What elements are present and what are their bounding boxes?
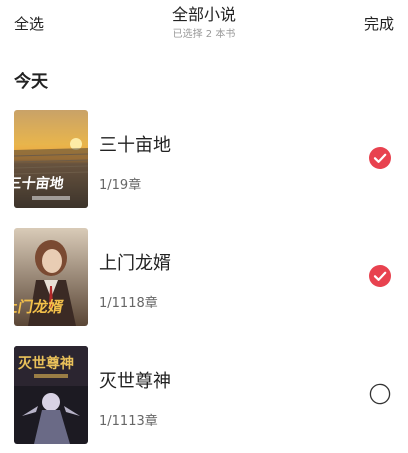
book-cover: 三十亩地 [14,110,88,208]
book-title: 灭世尊神 [99,371,171,392]
book-cover: 上门龙婿 [14,228,88,326]
svg-text:三十亩地: 三十亩地 [14,175,65,192]
book-title: 三十亩地 [99,135,171,156]
checked-circle-icon[interactable] [369,147,391,169]
book-cover: 灭世尊神 [14,346,88,444]
svg-text:灭世尊神: 灭世尊神 [17,355,74,372]
book-progress: 1/1118章 [99,296,158,311]
book-list: 三十亩地 三十亩地 1/19章 上门龙婿 上门龙婿 1/1118章 灭世尊神 灭… [0,108,408,453]
selection-count: 已选择 2 本书 [172,29,236,40]
top-bar: 全选 全部小说 已选择 2 本书 完成 [0,0,408,56]
page-title: 全部小说 [171,5,236,24]
section-title-today: 今天 [14,72,48,92]
book-progress: 1/1113章 [99,414,158,429]
checked-circle-icon[interactable] [369,265,391,287]
svg-text:上门龙婿: 上门龙婿 [14,298,65,316]
header-title-group: 全部小说 已选择 2 本书 [0,5,408,41]
done-button[interactable]: 完成 [364,13,394,34]
book-item[interactable]: 三十亩地 三十亩地 1/19章 [0,108,408,226]
book-item[interactable]: 上门龙婿 上门龙婿 1/1118章 [0,226,408,344]
book-title: 上门龙婿 [99,253,171,274]
book-item[interactable]: 灭世尊神 灭世尊神 1/1113章 [0,344,408,453]
empty-circle-icon[interactable] [369,383,391,405]
book-progress: 1/19章 [99,178,142,193]
